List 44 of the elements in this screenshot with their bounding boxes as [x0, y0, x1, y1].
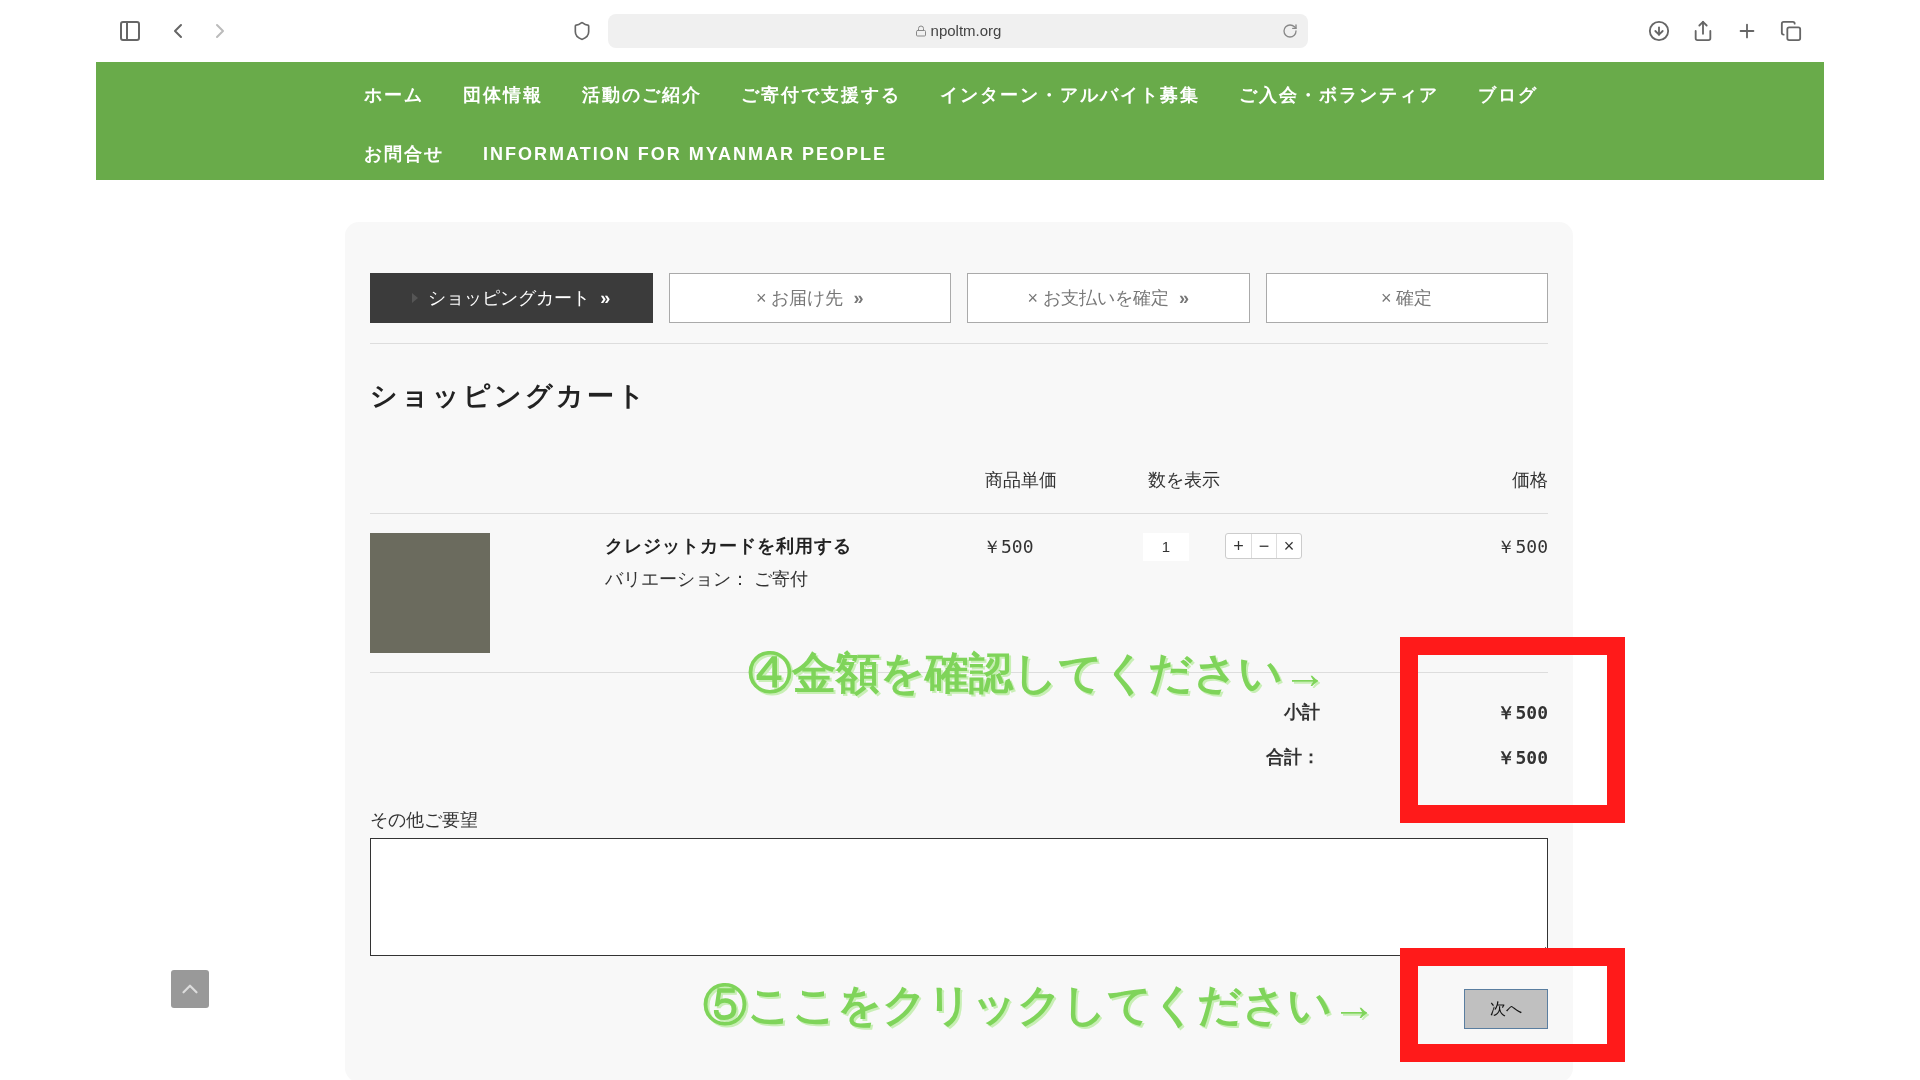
quantity-control[interactable]: ×: [1276, 533, 1301, 558]
share-icon[interactable]: [1692, 20, 1714, 42]
checkout-step[interactable]: × 確定: [1265, 273, 1548, 323]
checkout-step[interactable]: ショッピングカート »: [370, 273, 653, 323]
total-value: ￥500: [1497, 700, 1548, 725]
nav-link[interactable]: ブログ: [1478, 78, 1538, 112]
download-icon[interactable]: [1648, 20, 1670, 42]
product-variation: バリエーション： ご寄付: [605, 567, 809, 591]
checkout-step[interactable]: × お支払いを確定 »: [967, 273, 1250, 323]
nav-link[interactable]: ご寄付で支援する: [741, 78, 901, 112]
tabs-icon[interactable]: [1780, 20, 1802, 42]
price: ￥500: [1497, 534, 1548, 559]
total-label: 合計：: [1265, 745, 1320, 769]
nav-link[interactable]: INFORMATION FOR MYANMAR PEOPLE: [483, 137, 887, 171]
column-header: 商品単価: [985, 469, 1058, 492]
notes-field[interactable]: [370, 837, 1548, 956]
column-header: 数を表示: [1148, 469, 1220, 492]
reload-icon[interactable]: [1282, 23, 1298, 39]
checkout-step[interactable]: × お届け先 »: [668, 273, 951, 323]
quantity-field[interactable]: 1: [1143, 532, 1189, 561]
nav-link[interactable]: インターン・アルバイト募集: [940, 78, 1200, 112]
total-label: 小計: [1283, 700, 1320, 724]
quantity-control[interactable]: +: [1226, 533, 1251, 558]
product-name: クレジットカードを利用する: [605, 534, 853, 558]
nav-link[interactable]: お問合せ: [364, 137, 444, 171]
nav-link[interactable]: 団体情報: [463, 78, 543, 112]
quantity-control[interactable]: −: [1251, 533, 1276, 558]
nav-link[interactable]: ホーム: [364, 78, 424, 112]
triangle-icon: [412, 293, 419, 303]
sidebar-icon[interactable]: [118, 19, 142, 43]
address-bar[interactable]: npoltm.org: [608, 14, 1308, 48]
notes-label: その他ご要望: [370, 808, 479, 832]
cart-title: ショッピングカート: [370, 380, 649, 413]
url-text: npoltm.org: [930, 20, 1002, 41]
lock-icon: [914, 25, 927, 37]
column-header: 価格: [1512, 469, 1548, 492]
unit-price: ￥500: [983, 534, 1035, 559]
total-value: ￥500: [1497, 745, 1548, 770]
next-button[interactable]: 次へ: [1464, 988, 1548, 1029]
instruction-text: ④金額を確認してください→: [748, 647, 1327, 699]
nav-link[interactable]: ご入会・ボランティア: [1239, 78, 1439, 112]
nav-link[interactable]: 活動のご紹介: [582, 78, 702, 112]
instruction-text: ⑤ここをクリックしてください→: [703, 979, 1376, 1031]
shield-icon[interactable]: [572, 21, 592, 41]
